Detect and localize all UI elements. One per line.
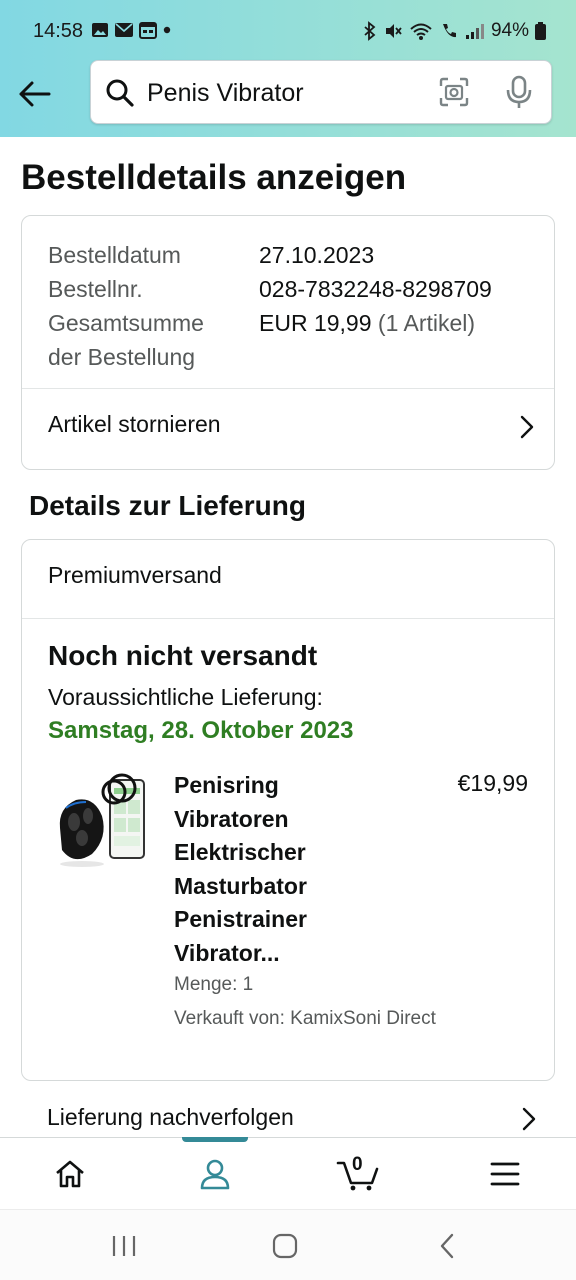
item-count: (1 Artikel) <box>377 310 476 336</box>
search-bar[interactable] <box>90 60 552 124</box>
home-system-button[interactable] <box>265 1230 305 1262</box>
shipment-status: Noch nicht versandt <box>48 640 318 671</box>
battery-icon <box>535 22 546 40</box>
delivery-section-title: Details zur Lieferung <box>29 490 306 521</box>
wifi-call-icon <box>442 24 456 38</box>
order-date-label: Bestelldatum <box>48 242 181 268</box>
nav-menu[interactable] <box>465 1138 545 1210</box>
recent-apps-button[interactable] <box>104 1230 144 1262</box>
product-title[interactable]: Penisring Vibratoren Elektrischer Mastur… <box>174 769 354 970</box>
bluetooth-icon <box>364 21 376 41</box>
order-number-value: 028-7832248-8298709 <box>259 276 492 302</box>
nav-cart[interactable]: 0 <box>318 1138 398 1210</box>
order-total-row: Gesamtsumme der Bestellung EUR 19,99 (1 A… <box>48 306 492 374</box>
mute-icon <box>385 24 402 38</box>
search-input[interactable] <box>147 75 417 111</box>
mail-icon <box>115 23 133 37</box>
battery-level: 94% <box>490 20 529 41</box>
back-system-icon <box>440 1233 454 1259</box>
menu-icon <box>490 1162 520 1186</box>
product-image[interactable] <box>52 770 148 870</box>
home-icon <box>56 1160 84 1188</box>
order-summary-card: Bestelldatum 27.10.2023 Bestellnr. 028-7… <box>21 215 555 470</box>
expected-delivery-date: Samstag, 28. Oktober 2023 <box>48 717 354 744</box>
status-bar: 14:58 94% <box>0 0 576 64</box>
user-icon <box>200 1159 230 1190</box>
microphone-icon[interactable] <box>505 75 533 109</box>
bottom-navigation: 0 <box>0 1137 576 1209</box>
expected-delivery-label: Voraussichtliche Lieferung: <box>48 684 323 710</box>
order-number-row: Bestellnr. 028-7832248-8298709 <box>48 272 492 306</box>
camera-search-icon[interactable] <box>439 77 469 107</box>
back-button[interactable] <box>14 74 54 114</box>
product-price: €19,99 <box>457 770 528 796</box>
track-delivery-link[interactable]: Lieferung nachverfolgen <box>21 1082 576 1138</box>
cancel-items-link[interactable]: Artikel stornieren <box>22 389 554 469</box>
page-title: Bestelldetails anzeigen <box>21 158 407 197</box>
signal-icon <box>465 24 484 39</box>
cancel-items-label: Artikel stornieren <box>48 411 221 437</box>
wifi-icon <box>410 23 432 40</box>
home-system-icon <box>272 1233 298 1259</box>
order-date-value: 27.10.2023 <box>259 242 375 268</box>
order-number-label: Bestellnr. <box>48 276 143 302</box>
order-date-row: Bestelldatum 27.10.2023 <box>48 238 492 272</box>
track-delivery-label: Lieferung nachverfolgen <box>47 1104 294 1130</box>
system-navigation-bar <box>0 1209 576 1280</box>
shipping-method: Premiumversand <box>48 562 222 588</box>
search-icon <box>106 79 134 107</box>
divider <box>22 618 554 619</box>
product-quantity: Menge: 1 <box>174 974 254 995</box>
calendar-icon <box>139 22 157 39</box>
nav-account[interactable] <box>175 1138 255 1210</box>
order-total-label: Gesamtsumme der Bestellung <box>48 310 204 370</box>
gallery-icon <box>92 23 108 37</box>
cart-count: 0 <box>352 1154 363 1175</box>
notification-dot-icon <box>163 26 171 34</box>
status-time: 14:58 <box>33 20 84 42</box>
order-summary: Bestelldatum 27.10.2023 Bestellnr. 028-7… <box>48 238 492 374</box>
back-system-button[interactable] <box>427 1230 467 1262</box>
nav-home[interactable] <box>30 1138 110 1210</box>
chevron-right-icon <box>520 415 534 439</box>
arrow-left-icon <box>19 81 51 107</box>
order-total-value: EUR 19,99 (1 Artikel) <box>259 310 476 336</box>
chevron-right-icon <box>522 1107 536 1131</box>
delivery-card: Premiumversand Noch nicht versandt Vorau… <box>21 539 555 1081</box>
product-seller: Verkauft von: KamixSoni Direct <box>174 1008 436 1029</box>
app-header: 14:58 94% <box>0 0 576 137</box>
recent-apps-icon <box>112 1236 136 1256</box>
